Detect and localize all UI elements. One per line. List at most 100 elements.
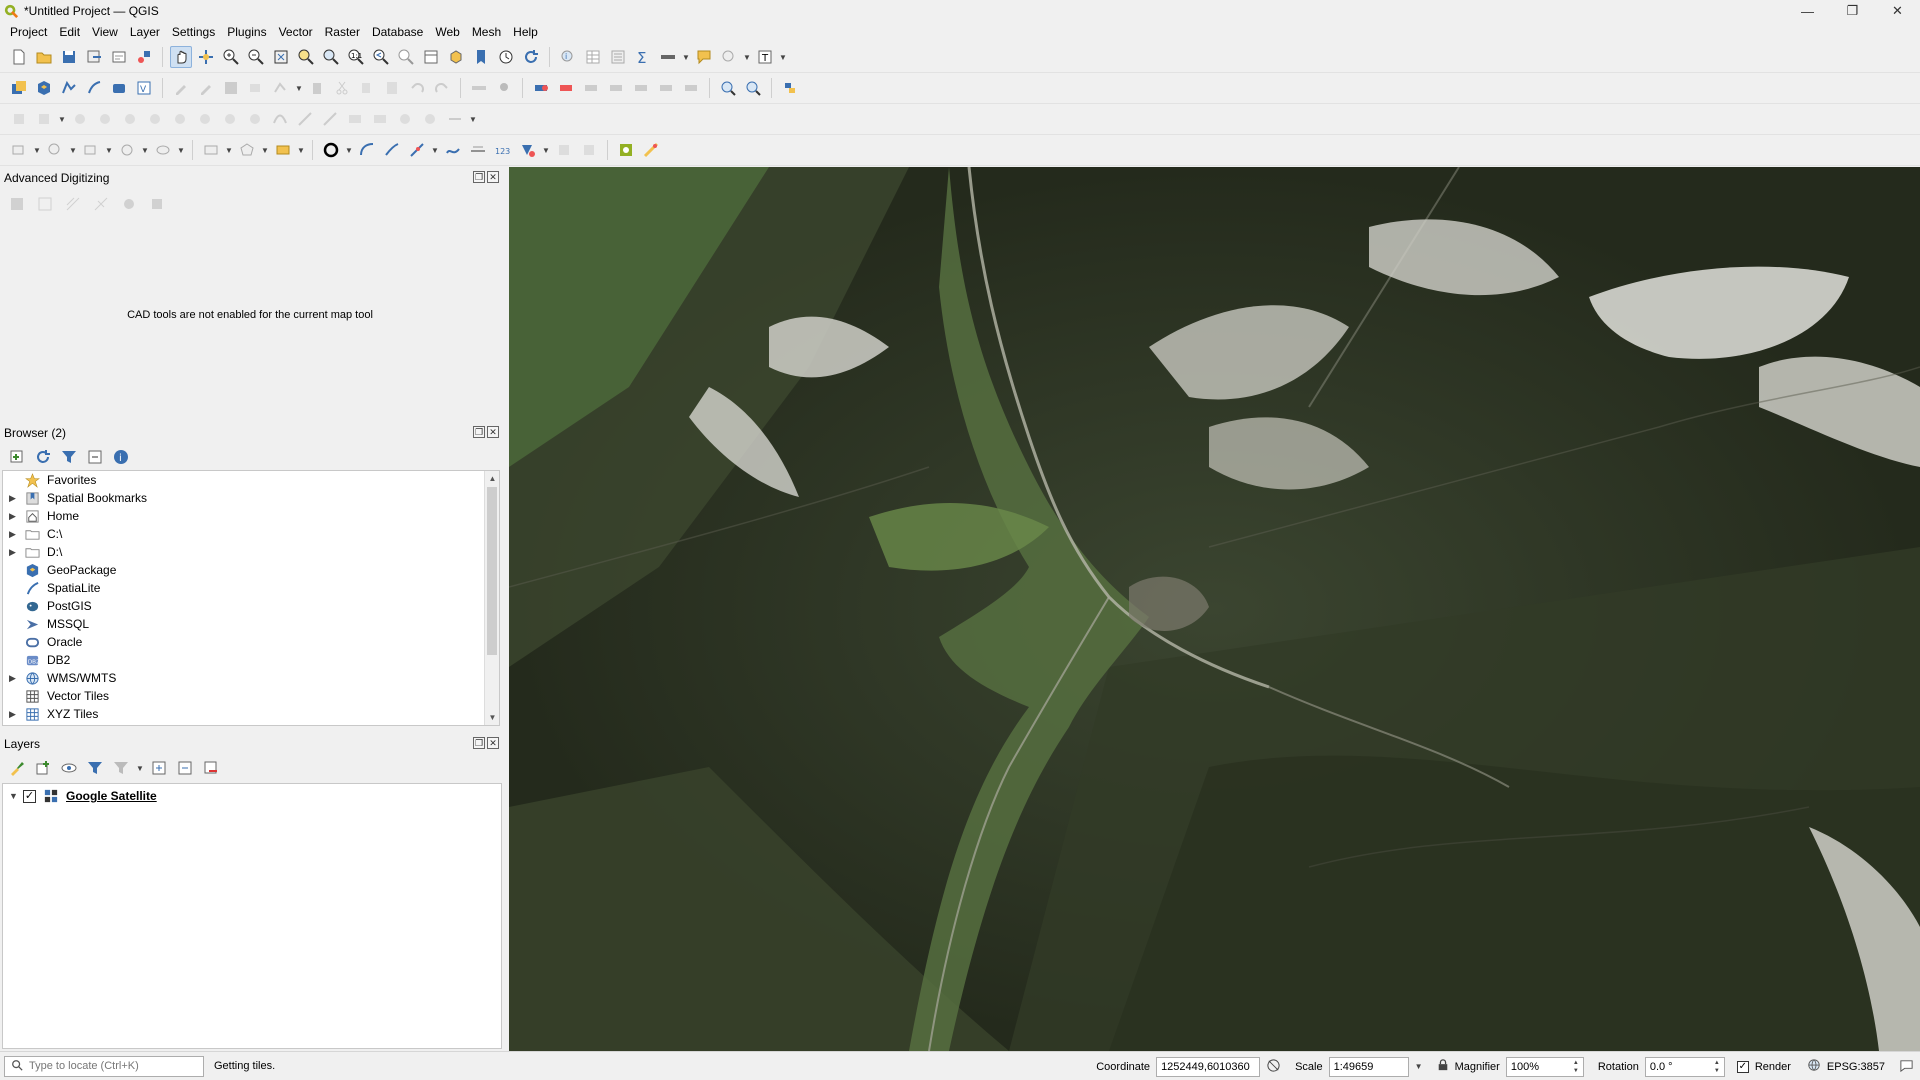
scrollbar-thumb[interactable] bbox=[487, 487, 497, 655]
delete-ring-icon[interactable] bbox=[194, 108, 216, 130]
save-project-icon[interactable] bbox=[58, 46, 80, 68]
toggle-editing-icon[interactable] bbox=[195, 77, 217, 99]
cut-features-icon[interactable] bbox=[331, 77, 353, 99]
rectangle-dropdown-arrow-icon[interactable]: ▼ bbox=[225, 146, 233, 155]
menu-vector[interactable]: Vector bbox=[273, 25, 319, 39]
expression-dropdown-arrow-icon[interactable]: ▼ bbox=[297, 146, 305, 155]
select-features-dropdown-arrow-icon[interactable]: ▼ bbox=[33, 146, 41, 155]
tree-item-xyz-tiles[interactable]: ▶ XYZ Tiles bbox=[3, 705, 499, 723]
zoom-to-selection-icon[interactable] bbox=[295, 46, 317, 68]
filter-legend-icon[interactable] bbox=[84, 757, 106, 779]
move-label-icon[interactable] bbox=[580, 77, 602, 99]
add-group-icon[interactable] bbox=[32, 757, 54, 779]
float-panel-icon[interactable]: ❐ bbox=[473, 171, 485, 183]
toggle-diagrams-icon[interactable] bbox=[680, 77, 702, 99]
menu-edit[interactable]: Edit bbox=[53, 25, 86, 39]
text-annotation-icon[interactable]: T bbox=[754, 46, 776, 68]
parallel-icon[interactable] bbox=[62, 193, 84, 215]
reshape-features-icon[interactable] bbox=[244, 108, 266, 130]
layer-visibility-checkbox[interactable]: ✓ bbox=[23, 789, 36, 803]
data-source-manager-icon[interactable] bbox=[8, 77, 30, 99]
zoom-last-icon[interactable] bbox=[370, 46, 392, 68]
topological-editing-icon[interactable] bbox=[467, 139, 489, 161]
refresh-icon[interactable] bbox=[32, 446, 54, 468]
tree-item-vector-tiles[interactable]: Vector Tiles bbox=[3, 687, 499, 705]
locator-search-field[interactable]: Type to locate (Ctrl+K) bbox=[4, 1055, 204, 1077]
tracing-icon[interactable] bbox=[442, 139, 464, 161]
minimize-button[interactable]: — bbox=[1785, 0, 1830, 22]
manage-map-themes-icon[interactable] bbox=[58, 757, 80, 779]
rotation-spinner-icon[interactable]: ▲ ▼ bbox=[1714, 1059, 1720, 1075]
simplify-feature-icon[interactable] bbox=[94, 108, 116, 130]
snapping-icon[interactable] bbox=[406, 139, 428, 161]
offset-curve-icon[interactable] bbox=[269, 108, 291, 130]
add-selected-layers-icon[interactable] bbox=[6, 446, 28, 468]
style-manager-icon[interactable] bbox=[133, 46, 155, 68]
map-canvas[interactable] bbox=[509, 167, 1920, 1051]
snap-to-grid-icon[interactable] bbox=[118, 193, 140, 215]
change-label-icon[interactable] bbox=[630, 77, 652, 99]
deselect-dropdown-arrow-icon[interactable]: ▼ bbox=[105, 146, 113, 155]
tree-item-geopackage[interactable]: GeoPackage bbox=[3, 561, 499, 579]
reverse-line-icon[interactable] bbox=[553, 139, 575, 161]
ellipse-dropdown-arrow-icon[interactable]: ▼ bbox=[177, 146, 185, 155]
pan-to-selection-icon[interactable] bbox=[195, 46, 217, 68]
float-panel-icon[interactable]: ❐ bbox=[473, 737, 485, 749]
menu-database[interactable]: Database bbox=[366, 25, 429, 39]
zoom-next-icon[interactable] bbox=[395, 46, 417, 68]
expand-arrow-icon[interactable]: ▶ bbox=[9, 529, 23, 540]
new-spatialite-layer-icon[interactable] bbox=[83, 77, 105, 99]
offset-point-symbols-icon[interactable] bbox=[419, 108, 441, 130]
save-as-icon[interactable] bbox=[83, 46, 105, 68]
trim-extend-icon[interactable] bbox=[444, 108, 466, 130]
add-feature-icon[interactable] bbox=[245, 77, 267, 99]
measure-dropdown-arrow-icon[interactable]: ▼ bbox=[682, 53, 690, 62]
filter-by-expression-icon[interactable] bbox=[110, 757, 132, 779]
python-console-icon[interactable] bbox=[779, 77, 801, 99]
crs-globe-icon[interactable] bbox=[1807, 1058, 1821, 1075]
temporal-controller-icon[interactable] bbox=[495, 46, 517, 68]
menu-settings[interactable]: Settings bbox=[166, 25, 221, 39]
toggle-extents-icon[interactable] bbox=[1266, 1058, 1281, 1076]
add-circle-icon[interactable] bbox=[116, 139, 138, 161]
select-by-location-icon[interactable] bbox=[718, 46, 740, 68]
digitize-with-segment-icon[interactable] bbox=[8, 108, 30, 130]
spatial-bookmark-icon[interactable] bbox=[470, 46, 492, 68]
circle-dropdown-arrow-icon[interactable]: ▼ bbox=[141, 146, 149, 155]
print-layout-icon[interactable] bbox=[108, 46, 130, 68]
vertex-tool-icon[interactable] bbox=[270, 77, 292, 99]
georeferencer-dropdown-arrow-icon[interactable]: ▼ bbox=[542, 146, 550, 155]
graphical-modeler-icon[interactable] bbox=[640, 139, 662, 161]
undo-icon[interactable] bbox=[406, 77, 428, 99]
field-calculator-icon[interactable] bbox=[607, 46, 629, 68]
georeferencer-icon[interactable] bbox=[517, 139, 539, 161]
trim-dropdown-arrow-icon[interactable]: ▼ bbox=[469, 115, 477, 124]
split-features-icon[interactable] bbox=[294, 108, 316, 130]
merge-attributes-icon[interactable] bbox=[369, 108, 391, 130]
close-button[interactable]: ✕ bbox=[1875, 0, 1920, 22]
scroll-up-arrow-icon[interactable]: ▲ bbox=[485, 471, 499, 486]
delete-selected-icon[interactable] bbox=[306, 77, 328, 99]
tree-item-favorites[interactable]: Favorites bbox=[3, 471, 499, 489]
processing-toolbox-icon[interactable] bbox=[615, 139, 637, 161]
menu-project[interactable]: Project bbox=[4, 25, 53, 39]
new-shapefile-layer-icon[interactable] bbox=[58, 77, 80, 99]
expand-arrow-icon[interactable]: ▶ bbox=[9, 673, 23, 684]
open-layer-styling-icon[interactable] bbox=[6, 757, 28, 779]
current-edits-icon[interactable] bbox=[170, 77, 192, 99]
magnifier-spinner-icon[interactable]: ▲ ▼ bbox=[1573, 1059, 1579, 1075]
measure-line-icon[interactable] bbox=[657, 46, 679, 68]
collapse-arrow-icon[interactable]: ▼ bbox=[9, 791, 23, 801]
magnifier-field[interactable]: 100% ▲ ▼ bbox=[1505, 1056, 1584, 1077]
expand-arrow-icon[interactable]: ▶ bbox=[9, 547, 23, 558]
move-feature-icon[interactable] bbox=[33, 108, 55, 130]
refresh-icon[interactable] bbox=[520, 46, 542, 68]
deselect-features-icon[interactable] bbox=[80, 139, 102, 161]
metasearch-icon[interactable] bbox=[717, 77, 739, 99]
messages-icon[interactable] bbox=[1899, 1058, 1914, 1076]
expand-arrow-icon[interactable]: ▶ bbox=[9, 493, 23, 504]
new-project-icon[interactable] bbox=[8, 46, 30, 68]
delete-part-icon[interactable] bbox=[219, 108, 241, 130]
tree-item-spatial-bookmarks[interactable]: ▶ Spatial Bookmarks bbox=[3, 489, 499, 507]
new-3d-map-view-icon[interactable] bbox=[445, 46, 467, 68]
